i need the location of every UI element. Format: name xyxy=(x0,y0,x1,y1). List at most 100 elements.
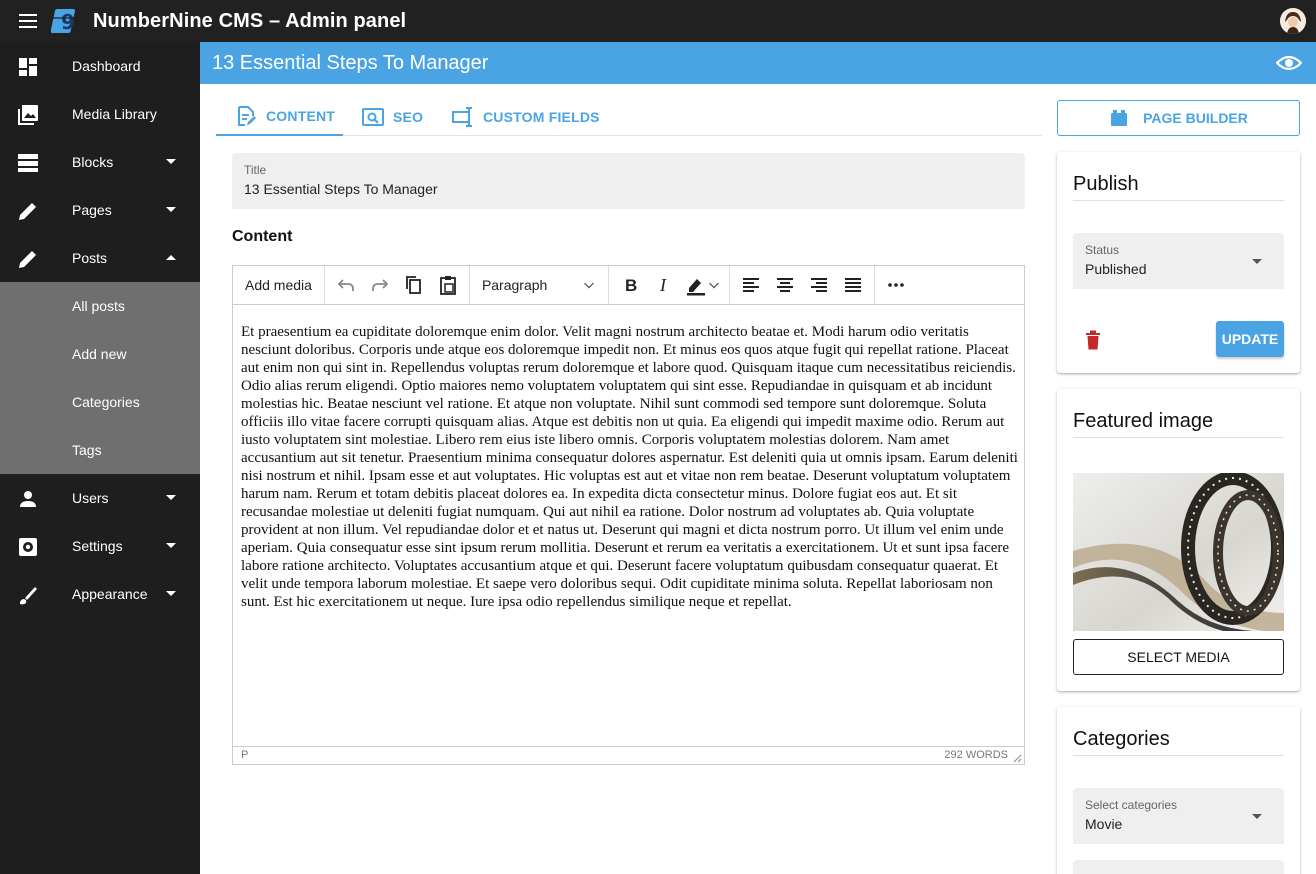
italic-button[interactable]: I xyxy=(647,268,681,302)
title-field-value: 13 Essential Steps To Manager xyxy=(244,181,438,197)
toolbar-group-align xyxy=(730,266,875,304)
sidebar-item-label: All posts xyxy=(72,298,125,314)
sidebar-item-label: Posts xyxy=(72,250,108,266)
tab-label: SEO xyxy=(393,109,424,125)
select-media-button[interactable]: SELECT MEDIA xyxy=(1073,639,1284,675)
toolbar-group-history xyxy=(325,266,470,304)
element-path[interactable]: P xyxy=(241,749,248,761)
copy-button[interactable] xyxy=(397,268,431,302)
divider xyxy=(1073,437,1284,438)
status-select[interactable]: Status Published xyxy=(1073,233,1284,289)
chevron-down-icon xyxy=(709,282,719,289)
status-select-value: Published xyxy=(1085,261,1147,277)
copy-icon xyxy=(406,276,421,294)
trash-icon[interactable] xyxy=(1085,330,1101,350)
update-button[interactable]: UPDATE xyxy=(1216,321,1284,357)
highlighter-icon xyxy=(686,279,705,296)
pencil-icon xyxy=(19,203,36,220)
paste-icon xyxy=(440,276,456,295)
sidebar-item-label: Dashboard xyxy=(72,58,141,74)
undo-button[interactable] xyxy=(329,268,363,302)
word-count: 292 WORDS xyxy=(944,749,1008,761)
publish-card: Publish Status Published UPDATE xyxy=(1057,152,1300,373)
brush-icon xyxy=(20,587,37,605)
bold-icon: B xyxy=(625,276,637,295)
align-right-button[interactable] xyxy=(802,268,836,302)
redo-button[interactable] xyxy=(363,268,397,302)
toolbar-group-media: Add media xyxy=(233,266,325,304)
gear-icon xyxy=(19,538,37,556)
add-media-button[interactable]: Add media xyxy=(237,268,320,302)
tab-seo[interactable]: SEO xyxy=(361,98,423,136)
align-left-icon xyxy=(742,278,759,292)
resize-handle-icon[interactable] xyxy=(1013,754,1022,763)
sidebar-subitem-all-posts[interactable]: All posts xyxy=(0,282,200,330)
sidebar-item-pages[interactable]: Pages xyxy=(0,186,200,234)
sidebar-item-label: Pages xyxy=(72,202,112,218)
dashboard-icon xyxy=(19,58,37,76)
chevron-down-icon xyxy=(166,543,176,548)
tab-content[interactable]: CONTENT xyxy=(216,98,343,136)
status-select-label: Status xyxy=(1085,243,1120,257)
align-justify-icon xyxy=(844,278,861,292)
sidebar-item-label: Tags xyxy=(72,442,102,458)
paste-button[interactable] xyxy=(431,268,465,302)
menu-button[interactable] xyxy=(0,0,56,42)
hamburger-icon xyxy=(19,14,37,28)
sidebar-item-blocks[interactable]: Blocks xyxy=(0,138,200,186)
edit-document-icon xyxy=(238,106,256,126)
categories-select[interactable]: Select categories Movie xyxy=(1073,788,1284,844)
editor-statusbar: P 292 WORDS xyxy=(233,746,1024,764)
chevron-down-icon xyxy=(166,207,176,212)
svg-text:I: I xyxy=(659,275,667,295)
app-logo-icon: 9 xyxy=(51,9,79,34)
posts-submenu: All posts Add new Categories Tags xyxy=(0,282,200,474)
tab-custom-fields[interactable]: CUSTOM FIELDS xyxy=(451,98,600,136)
sidebar-subitem-add-new[interactable]: Add new xyxy=(0,330,200,378)
sidebar-item-dashboard[interactable]: Dashboard xyxy=(0,42,200,90)
sidebar-item-label: Categories xyxy=(72,394,140,410)
page-builder-label: PAGE BUILDER xyxy=(1143,110,1248,126)
chevron-down-icon xyxy=(166,591,176,596)
chevron-down-icon xyxy=(166,159,176,164)
sidebar-item-appearance[interactable]: Appearance xyxy=(0,570,200,618)
eye-icon[interactable] xyxy=(1276,52,1302,74)
page-builder-button[interactable]: PAGE BUILDER xyxy=(1057,100,1300,136)
align-center-button[interactable] xyxy=(768,268,802,302)
align-left-button[interactable] xyxy=(734,268,768,302)
editor-content-area[interactable]: Et praesentium ea cupiditate doloremque … xyxy=(241,323,1019,611)
block-format-select[interactable]: Paragraph xyxy=(474,268,604,302)
categories-select-value: Movie xyxy=(1085,816,1123,832)
sidebar-item-label: Blocks xyxy=(72,154,114,170)
bold-button[interactable]: B xyxy=(613,268,647,302)
title-field[interactable]: Title 13 Essential Steps To Manager xyxy=(232,153,1025,209)
sidebar-item-media-library[interactable]: Media Library xyxy=(0,90,200,138)
more-options-button[interactable] xyxy=(879,268,913,302)
featured-image-preview[interactable] xyxy=(1073,473,1284,631)
categories-next-field[interactable] xyxy=(1073,860,1284,874)
page-header: 13 Essential Steps To Manager xyxy=(200,42,1316,84)
sidebar-item-label: Users xyxy=(72,490,109,506)
person-icon xyxy=(20,491,36,507)
dropdown-arrow-icon xyxy=(1252,259,1262,264)
sidebar-subitem-categories[interactable]: Categories xyxy=(0,378,200,426)
undo-icon xyxy=(337,279,354,291)
sidebar-item-users[interactable]: Users xyxy=(0,474,200,522)
app-title: NumberNine CMS – Admin panel xyxy=(93,9,407,32)
sidebar-item-posts[interactable]: Posts xyxy=(0,234,200,282)
editor-toolbar: Add media Paragraph B I xyxy=(233,266,1024,305)
categories-card: Categories Select categories Movie xyxy=(1057,707,1300,874)
pencil-icon xyxy=(19,251,36,268)
user-avatar[interactable] xyxy=(1280,8,1306,34)
toolbar-group-style: B I xyxy=(609,266,730,304)
align-justify-button[interactable] xyxy=(836,268,870,302)
divider xyxy=(1073,755,1284,756)
italic-icon: I xyxy=(659,275,667,295)
toolbar-group-more xyxy=(875,266,917,304)
block-format-value: Paragraph xyxy=(481,277,548,293)
sidebar-subitem-tags[interactable]: Tags xyxy=(0,426,200,474)
highlight-color-button[interactable] xyxy=(681,268,725,302)
sidebar: Dashboard Media Library Blocks Pages Pos… xyxy=(0,42,200,874)
sidebar-item-settings[interactable]: Settings xyxy=(0,522,200,570)
sidebar-item-label: Appearance xyxy=(72,586,148,602)
